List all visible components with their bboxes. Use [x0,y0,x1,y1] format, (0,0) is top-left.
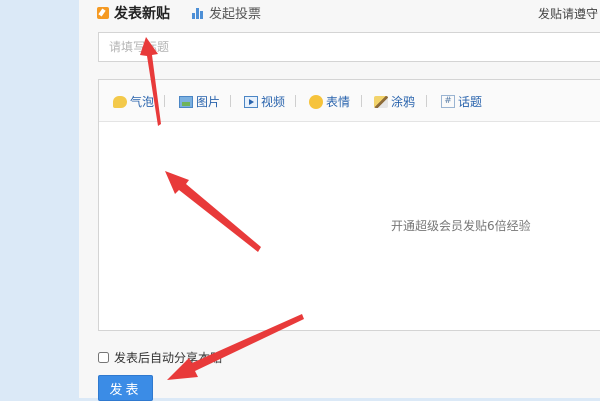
toolbar-bubble-button[interactable]: 气泡 [113,93,154,110]
toolbar-divider [295,95,296,107]
share-option[interactable]: 发表后自动分享本贴 [98,349,222,366]
toolbar-topic-button[interactable]: # 话题 [441,93,482,110]
toolbar-divider [426,95,427,107]
toolbar-bubble-label: 气泡 [130,95,155,109]
toolbar-emoji-label: 表情 [326,95,351,109]
toolbar-image-button[interactable]: 图片 [179,93,220,110]
toolbar-video-label: 视频 [261,95,286,109]
share-checkbox-label: 发表后自动分享本贴 [114,351,223,365]
toolbar-divider [164,95,165,107]
doodle-icon [374,95,388,108]
emoji-icon [309,94,323,109]
post-form-panel: 发表新贴 发起投票 发贴请遵守 气泡 图片 视频 [79,0,600,401]
image-icon [179,95,193,108]
toolbar-doodle-button[interactable]: 涂鸦 [374,93,415,110]
post-editor[interactable]: 气泡 图片 视频 表情 涂鸦 # 话题 开通超级会员发贴6倍经验 [98,79,600,331]
hashtag-icon: # [441,95,455,108]
toolbar-doodle-label: 涂鸦 [391,95,416,109]
posting-rules-hint[interactable]: 发贴请遵守 [538,5,598,22]
share-checkbox[interactable] [98,352,109,363]
video-icon [244,95,258,108]
tab-vote-label: 发起投票 [209,7,262,22]
tab-new-post-label: 发表新贴 [114,6,170,22]
toolbar-divider [230,95,231,107]
editor-promo-text: 开通超级会员发贴6倍经验 [391,219,531,233]
toolbar-divider [361,95,362,107]
edit-icon [97,7,109,19]
chart-icon [192,7,204,19]
toolbar-topic-label: 话题 [458,95,483,109]
tab-new-post[interactable]: 发表新贴 [97,3,170,23]
submit-button[interactable]: 发表 [98,375,153,401]
toolbar-video-button[interactable]: 视频 [244,93,285,110]
tab-vote[interactable]: 发起投票 [192,3,261,22]
toolbar-emoji-button[interactable]: 表情 [309,93,350,110]
toolbar-image-label: 图片 [196,95,221,109]
title-input[interactable] [98,32,600,62]
editor-toolbar: 气泡 图片 视频 表情 涂鸦 # 话题 [99,80,600,122]
bubble-icon [113,95,127,108]
